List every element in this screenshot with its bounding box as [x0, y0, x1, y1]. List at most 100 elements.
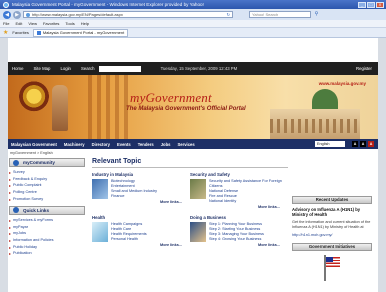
site-search-input[interactable]	[98, 65, 141, 72]
topic-grid: Industry in Malaysia Biotechnology Enter…	[92, 172, 288, 247]
sidebar-item-complaint[interactable]: Public Complaint	[9, 182, 85, 189]
nav-home[interactable]: Home	[12, 66, 23, 71]
community-icon	[13, 159, 19, 166]
sidebar-item-publication[interactable]: Publication	[9, 250, 85, 257]
text-size-large[interactable]: A	[368, 141, 374, 147]
address-field[interactable]: http://www.malaysia.gov.my/EN/Pages/defa…	[23, 11, 233, 18]
mainnav-jobs[interactable]: Jobs	[161, 142, 171, 147]
business-image	[190, 222, 206, 242]
mainnav-directory[interactable]: Directory	[92, 142, 110, 147]
sidebar-item-myservices[interactable]: myServices & myForms	[9, 217, 85, 224]
brand-logo[interactable]: myGovernment	[130, 90, 212, 106]
forward-button[interactable]: ▶	[13, 10, 21, 19]
mainnav-services[interactable]: Services	[177, 142, 194, 147]
mainnav-government[interactable]: Malaysian Government	[11, 142, 57, 147]
sidebar-item-myjobs[interactable]: myJobs	[9, 230, 85, 237]
more-links[interactable]: More links...	[92, 200, 190, 204]
search-icon[interactable]: ⚲	[313, 11, 320, 18]
tab-favicon-icon	[36, 30, 41, 35]
arches-image	[88, 75, 130, 139]
minimize-button[interactable]: _	[358, 1, 366, 8]
sidebar-item-mypayar[interactable]: myPayar	[9, 224, 85, 231]
quicklinks-icon	[13, 207, 19, 214]
banner-url: www.malaysia.gov.my	[318, 81, 366, 86]
text-size-controls: A A A	[352, 141, 374, 147]
window-titlebar: Malaysia Government Portal - myGovernmen…	[0, 0, 386, 9]
mainnav-tenders[interactable]: Tenders	[138, 142, 154, 147]
malaysia-flag-icon[interactable]	[324, 255, 344, 281]
brand-tagline: The Malaysia Government's Official Porta…	[126, 106, 246, 112]
nav-login[interactable]: Login	[60, 66, 71, 71]
favorites-button[interactable]: Favorites	[12, 30, 28, 35]
right-gutter	[378, 38, 386, 292]
left-gutter	[0, 38, 8, 292]
topic-title[interactable]: Security and Safety	[190, 172, 288, 177]
menu-tools[interactable]: Tools	[65, 21, 74, 26]
community-title: myCommunity	[23, 160, 55, 165]
topic-title[interactable]: Doing a Business	[190, 215, 288, 220]
back-button[interactable]: ◀	[3, 10, 11, 19]
site-banner: myGovernment The Malaysia Government's O…	[8, 75, 378, 139]
recent-updates-header: Recent Updates	[292, 196, 372, 204]
sidebar-item-promotion[interactable]: Promotion Survey	[9, 195, 85, 202]
menu-view[interactable]: View	[28, 21, 37, 26]
more-links[interactable]: More links...	[190, 243, 288, 247]
more-links[interactable]: More links...	[92, 243, 190, 247]
breadcrumb[interactable]: myGovernment > English	[10, 151, 53, 155]
page-content: Home Site Map Login Search Tuesday, 15 S…	[0, 38, 386, 292]
quicklinks-title: Quick Links	[23, 207, 50, 213]
topic-link[interactable]: Finance	[111, 194, 157, 199]
building-image	[270, 109, 360, 139]
search-input[interactable]: Yahoo! Search	[249, 11, 311, 18]
topic-title[interactable]: Industry in Malaysia	[92, 172, 190, 177]
sidebar-item-survey[interactable]: Survey	[9, 169, 85, 176]
topic-link[interactable]: National Identity	[209, 199, 288, 204]
topic-link[interactable]: Step 4: Growing Your Business	[209, 237, 264, 242]
dome-image	[312, 89, 338, 111]
mainnav-machinery[interactable]: Machinery	[64, 142, 85, 147]
sidebar-item-polling[interactable]: Polling Centre	[9, 189, 85, 196]
sidebar-item-policies[interactable]: Information and Policies	[9, 237, 85, 244]
initiatives-header: Government Initiatives	[292, 243, 372, 251]
ie-icon	[3, 1, 9, 8]
advisory-title[interactable]: Advisory on Influenza A (H1N1) by Minist…	[292, 207, 372, 217]
refresh-icon[interactable]: ↻	[227, 12, 232, 17]
favorites-star-icon[interactable]: ★	[3, 29, 8, 36]
health-image	[92, 222, 108, 242]
coat-of-arms-icon	[18, 81, 50, 115]
address-row: ◀ ▶ http://www.malaysia.gov.my/EN/Pages/…	[0, 9, 386, 20]
industry-image	[92, 179, 108, 199]
window-title: Malaysia Government Portal - myGovernmen…	[12, 2, 204, 7]
menu-help[interactable]: Help	[81, 21, 89, 26]
main-content: Relevant Topic Industry in Malaysia Biot…	[92, 158, 288, 247]
menu-edit[interactable]: Edit	[15, 21, 22, 26]
site-top-nav: Home Site Map Login Search Tuesday, 15 S…	[8, 62, 378, 75]
text-size-medium[interactable]: A	[360, 141, 366, 147]
advisory-text: Get the information and current situatio…	[292, 220, 371, 229]
nav-sitemap[interactable]: Site Map	[33, 66, 50, 71]
quicklinks-header: Quick Links	[9, 205, 85, 215]
menu-file[interactable]: File	[3, 21, 9, 26]
advisory-link[interactable]: http://h1n1.moh.gov.my/	[292, 233, 372, 237]
topic-link[interactable]: Security and Safety Assistance For Forei…	[209, 179, 288, 189]
maximize-button[interactable]: □	[367, 1, 375, 8]
topic-title[interactable]: Health	[92, 215, 190, 220]
mainnav-events[interactable]: Events	[117, 142, 131, 147]
topic-link[interactable]: Personal Health	[111, 237, 147, 242]
portrait-image	[52, 85, 68, 131]
close-button[interactable]: X	[376, 1, 384, 8]
register-link[interactable]: Register	[356, 66, 372, 71]
tab-bar: ★ Favorites Malaysia Government Portal -…	[0, 28, 386, 38]
language-select[interactable]: English	[315, 141, 345, 147]
right-column: Recent Updates Advisory on Influenza A (…	[292, 196, 372, 281]
address-url: http://www.malaysia.gov.my/EN/Pages/defa…	[32, 12, 123, 17]
menu-favorites[interactable]: Favorites	[43, 21, 59, 26]
window-controls: _ □ X	[358, 1, 384, 8]
tab-current[interactable]: Malaysia Government Portal - myGovernmen…	[32, 28, 129, 37]
topic-business: Doing a Business Step 1: Planning Your B…	[190, 215, 288, 247]
sidebar-item-holiday[interactable]: Public Holiday	[9, 243, 85, 250]
more-links[interactable]: More links...	[190, 205, 288, 209]
text-size-small[interactable]: A	[352, 141, 358, 147]
sidebar-item-feedback[interactable]: Feedback & Enquiry	[9, 176, 85, 183]
site-search-label: Search	[80, 66, 95, 71]
